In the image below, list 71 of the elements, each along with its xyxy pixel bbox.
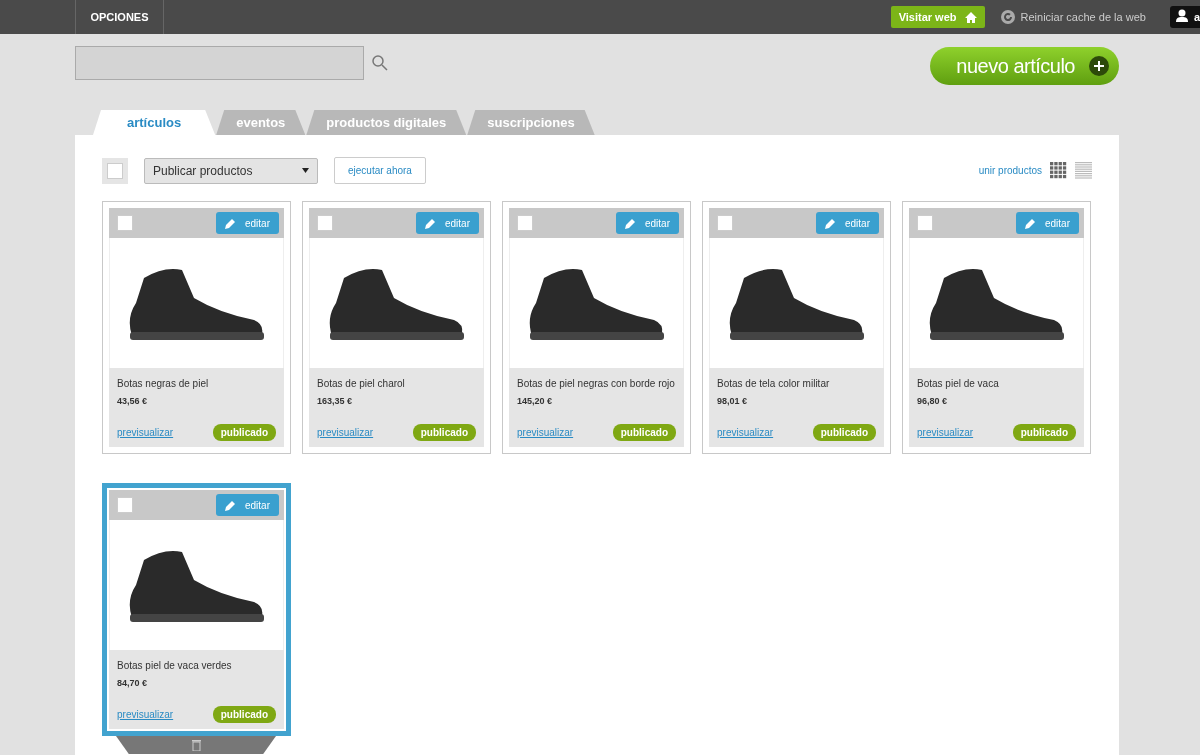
- status-badge: publicado: [1012, 424, 1076, 441]
- product-name: Botas piel de vaca verdes: [117, 659, 233, 673]
- merge-products-link[interactable]: unir productos: [978, 163, 1042, 178]
- product-price: 98,01 €: [717, 395, 749, 408]
- product-name: Botas piel de vaca: [917, 377, 1000, 391]
- preview-link[interactable]: previsualizar: [117, 425, 174, 440]
- category-tab[interactable]: artículos: [93, 110, 216, 135]
- pencil-icon: [825, 217, 836, 229]
- product-checkbox[interactable]: [917, 215, 933, 231]
- product-card[interactable]: editar Botas de tela color militar 98,01 € previsualizar publicado: [702, 201, 891, 454]
- new-article-button[interactable]: nuevo artículo: [930, 47, 1119, 85]
- status-badge: publicado: [212, 424, 276, 441]
- search-field[interactable]: [75, 46, 364, 80]
- options-menu[interactable]: OPCIONES: [75, 0, 164, 34]
- edit-button[interactable]: editar: [216, 212, 279, 234]
- preview-link[interactable]: previsualizar: [717, 425, 774, 440]
- list-view-icon[interactable]: [1075, 162, 1092, 179]
- status-badge: publicado: [212, 706, 276, 723]
- product-price: 96,80 €: [917, 395, 949, 408]
- product-name: Botas de piel charol: [317, 377, 406, 391]
- category-tab[interactable]: eventos: [216, 110, 306, 135]
- product-card[interactable]: editar Botas piel de vaca 96,80 € previsualizar publicado: [902, 201, 1091, 454]
- product-price: 84,70 €: [117, 677, 149, 690]
- product-checkbox[interactable]: [517, 215, 533, 231]
- home-icon: [964, 11, 977, 23]
- product-card[interactable]: editar Botas de piel charol 163,35 € previsualizar publicado: [302, 201, 491, 454]
- visit-web-button[interactable]: Visitar web: [890, 5, 985, 29]
- run-now-button[interactable]: ejecutar ahora: [334, 157, 426, 184]
- product-card[interactable]: editar Botas piel de vaca verdes 84,70 € previsualizar publicado: [102, 483, 291, 736]
- product-name: Botas negras de piel: [117, 377, 210, 391]
- action-select[interactable]: Publicar productos: [144, 157, 318, 184]
- user-name[interactable]: a: [1193, 8, 1200, 26]
- product-price: 43,56 €: [117, 395, 149, 408]
- category-tab[interactable]: suscripciones: [467, 110, 595, 135]
- edit-button[interactable]: editar: [416, 212, 479, 234]
- status-badge: publicado: [812, 424, 876, 441]
- search-icon[interactable]: [372, 55, 388, 71]
- status-badge: publicado: [612, 424, 676, 441]
- refresh-icon: [1000, 10, 1015, 24]
- dropdown-caret-icon: [302, 168, 309, 173]
- product-checkbox[interactable]: [717, 215, 733, 231]
- user-icon: [1175, 8, 1188, 22]
- plus-icon: [1089, 56, 1109, 76]
- product-checkbox[interactable]: [117, 215, 133, 231]
- status-badge: publicado: [412, 424, 476, 441]
- category-tab[interactable]: productos digitales: [306, 110, 467, 135]
- reset-cache-link[interactable]: Reiniciar cache de la web: [1020, 8, 1146, 26]
- edit-button[interactable]: editar: [216, 494, 279, 516]
- edit-button[interactable]: editar: [1016, 212, 1079, 234]
- trash-icon: [191, 739, 201, 751]
- preview-link[interactable]: previsualizar: [117, 707, 174, 722]
- preview-link[interactable]: previsualizar: [317, 425, 374, 440]
- pencil-icon: [225, 499, 236, 511]
- preview-link[interactable]: previsualizar: [517, 425, 574, 440]
- edit-button[interactable]: editar: [616, 212, 679, 234]
- preview-link[interactable]: previsualizar: [917, 425, 974, 440]
- product-price: 163,35 €: [317, 395, 354, 408]
- grid-view-icon[interactable]: [1050, 162, 1067, 179]
- product-card[interactable]: editar Botas de piel negras con borde rojo 145,20 € previsualizar publicado: [502, 201, 691, 454]
- select-all-checkbox[interactable]: [107, 162, 123, 179]
- product-name: Botas de piel negras con borde rojo: [517, 377, 676, 391]
- pencil-icon: [625, 217, 636, 229]
- product-card[interactable]: editar Botas negras de piel 43,56 € previsualizar publicado: [102, 201, 291, 454]
- product-checkbox[interactable]: [317, 215, 333, 231]
- product-name: Botas de tela color militar: [717, 377, 831, 391]
- edit-button[interactable]: editar: [816, 212, 879, 234]
- pencil-icon: [1025, 217, 1036, 229]
- pencil-icon: [225, 217, 236, 229]
- product-price: 145,20 €: [517, 395, 554, 408]
- pencil-icon: [425, 217, 436, 229]
- product-checkbox[interactable]: [117, 497, 133, 513]
